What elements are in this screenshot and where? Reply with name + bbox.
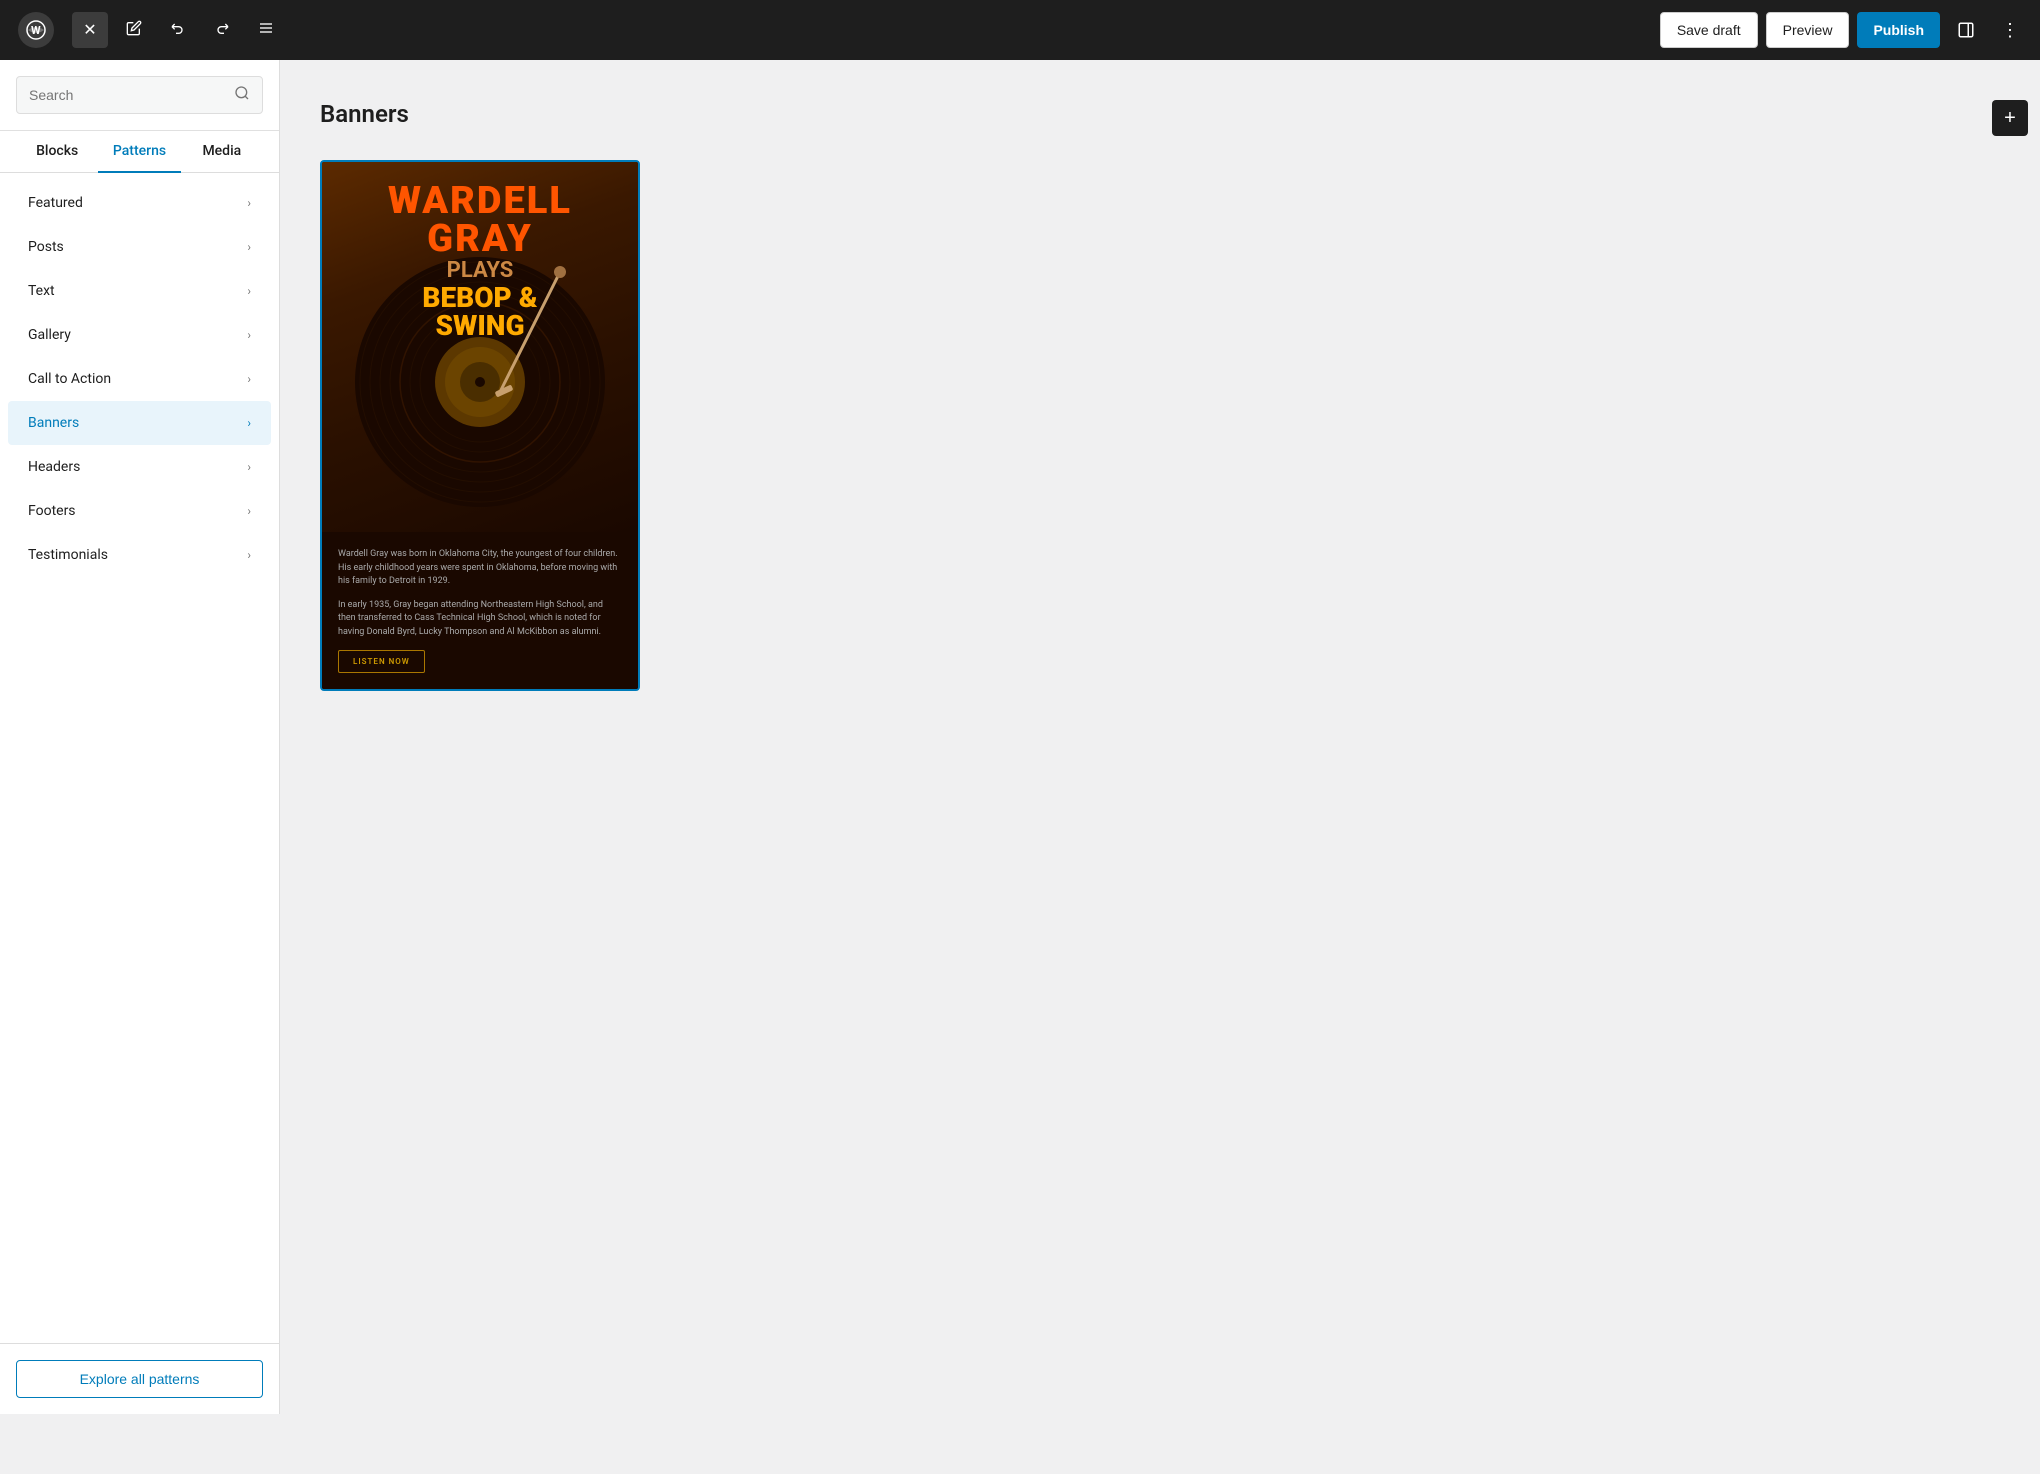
search-container	[0, 60, 279, 131]
more-options-icon: ⋮	[2001, 20, 2019, 41]
sidebar: Blocks Patterns Media Featured › Posts ›…	[0, 60, 280, 1414]
sidebar-item-call-to-action[interactable]: Call to Action ›	[8, 357, 271, 401]
banner-description-1: Wardell Gray was born in Oklahoma City, …	[338, 548, 622, 589]
chevron-icon: ›	[247, 372, 251, 386]
chevron-icon: ›	[247, 460, 251, 474]
banner-artist-name: WARDELL	[322, 182, 638, 220]
page-title: Banners	[320, 100, 409, 128]
save-draft-button[interactable]: Save draft	[1660, 12, 1758, 48]
undo-button[interactable]	[160, 12, 196, 48]
sidebar-toggle-button[interactable]	[1948, 12, 1984, 48]
chevron-icon: ›	[247, 284, 251, 298]
tab-blocks[interactable]: Blocks	[16, 131, 98, 173]
main-layout: Blocks Patterns Media Featured › Posts ›…	[0, 60, 2040, 1414]
chevron-icon: ›	[247, 548, 251, 562]
wp-logo-icon: W	[18, 12, 54, 48]
svg-text:W: W	[31, 24, 41, 37]
explore-btn-container: Explore all patterns	[0, 1343, 279, 1414]
sidebar-item-testimonials[interactable]: Testimonials ›	[8, 533, 271, 577]
category-list: Featured › Posts › Text › Gallery › Call…	[0, 173, 279, 1343]
explore-all-patterns-button[interactable]: Explore all patterns	[16, 1360, 263, 1398]
preview-button[interactable]: Preview	[1766, 12, 1850, 48]
sidebar-item-posts[interactable]: Posts ›	[8, 225, 271, 269]
sidebar-item-banners[interactable]: Banners ›	[8, 401, 271, 445]
toolbar: W ✕	[0, 0, 2040, 60]
chevron-icon: ›	[247, 240, 251, 254]
chevron-icon: ›	[247, 504, 251, 518]
sidebar-item-text[interactable]: Text ›	[8, 269, 271, 313]
banner-swing: SWING	[322, 312, 638, 340]
chevron-icon: ›	[247, 416, 251, 430]
search-icon[interactable]	[234, 85, 250, 105]
wp-logo[interactable]: W	[12, 0, 60, 60]
tab-media[interactable]: Media	[181, 131, 263, 173]
redo-button[interactable]	[204, 12, 240, 48]
tabs: Blocks Patterns Media	[0, 131, 279, 173]
content-area: Banners WARDELL GRAY PLAYS BEBOP & SWING	[280, 60, 1980, 1414]
banner-text-overlay: WARDELL GRAY PLAYS BEBOP & SWING	[322, 182, 638, 340]
search-box	[16, 76, 263, 114]
listen-now-button[interactable]: LISTEN NOW	[338, 650, 425, 673]
pencil-icon	[126, 20, 142, 41]
sidebar-item-footers[interactable]: Footers ›	[8, 489, 271, 533]
undo-icon	[170, 20, 186, 41]
add-block-button[interactable]: +	[1992, 100, 2028, 136]
edit-button[interactable]	[116, 12, 152, 48]
list-view-button[interactable]	[248, 12, 284, 48]
banner-bottom: Wardell Gray was born in Oklahoma City, …	[322, 532, 638, 689]
more-options-button[interactable]: ⋮	[1992, 12, 2028, 48]
banner-image-area: WARDELL GRAY PLAYS BEBOP & SWING	[322, 162, 638, 532]
plus-icon: +	[2004, 107, 2016, 130]
publish-button[interactable]: Publish	[1857, 12, 1940, 48]
banner-bebop: BEBOP &	[322, 284, 638, 312]
sidebar-item-headers[interactable]: Headers ›	[8, 445, 271, 489]
search-input[interactable]	[29, 87, 226, 103]
sidebar-item-featured[interactable]: Featured ›	[8, 181, 271, 225]
banner-artist-name2: GRAY	[322, 220, 638, 258]
close-icon: ✕	[83, 20, 96, 40]
chevron-icon: ›	[247, 328, 251, 342]
banner-card[interactable]: WARDELL GRAY PLAYS BEBOP & SWING	[320, 160, 640, 691]
chevron-icon: ›	[247, 196, 251, 210]
close-button[interactable]: ✕	[72, 12, 108, 48]
tab-patterns[interactable]: Patterns	[98, 131, 180, 173]
banner-description-2: In early 1935, Gray began attending Nort…	[338, 599, 622, 640]
redo-icon	[214, 20, 230, 41]
list-icon	[258, 20, 274, 41]
right-panel: +	[1980, 60, 2040, 1414]
sidebar-item-gallery[interactable]: Gallery ›	[8, 313, 271, 357]
